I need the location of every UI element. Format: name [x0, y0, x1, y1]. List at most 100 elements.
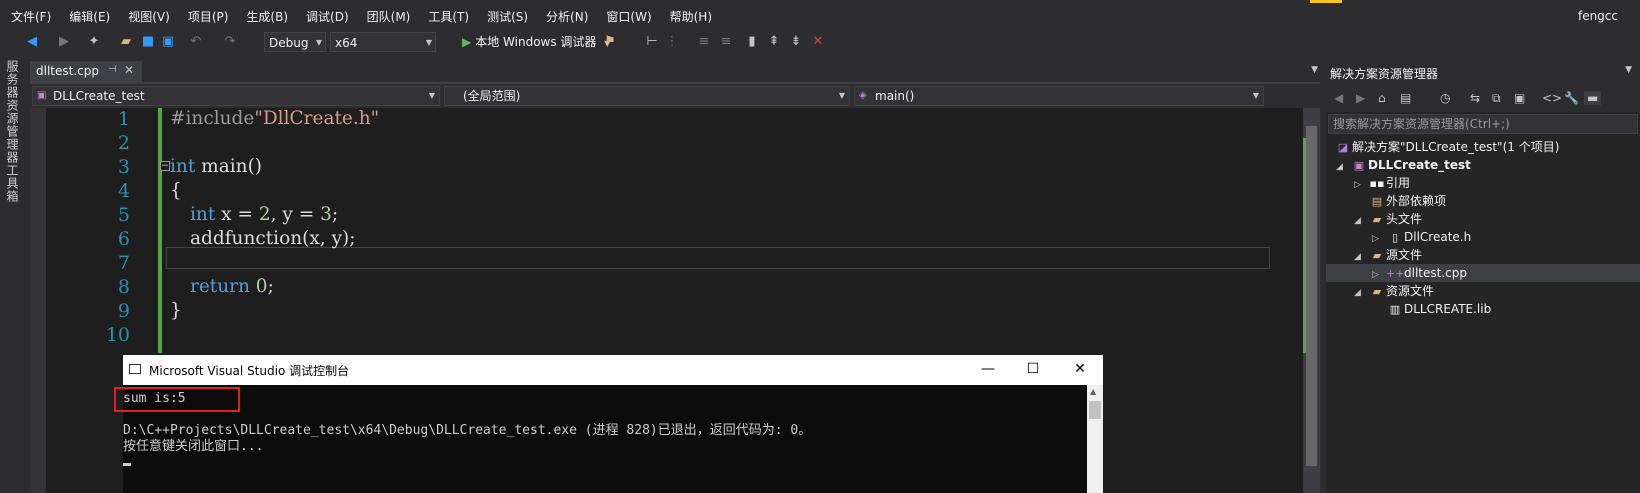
line-number: 5 — [117, 204, 130, 226]
tab-dlltest-cpp[interactable]: dlltest.cpp ⊣ ✕ — [30, 61, 142, 82]
method-icon: ◈ — [859, 90, 867, 101]
clear-bookmarks-icon[interactable]: ✕ — [810, 34, 826, 50]
view-code-icon[interactable]: <> — [1542, 91, 1562, 105]
console-app-icon — [129, 364, 141, 374]
solution-explorer: 解决方案资源管理器 ▼ ◀ ▶ ⌂ ▤ ◷ ⇆ ⧉ ▣ <> 🔧 ▬ 搜索解决方… — [1326, 60, 1640, 493]
external-deps-icon: ▤ — [1371, 195, 1383, 208]
next-bookmark-icon[interactable]: ⇟ — [788, 34, 804, 50]
switch-view-icon[interactable]: ⇆ — [1470, 91, 1480, 105]
menu-view[interactable]: 视图(V) — [119, 3, 179, 31]
menu-file[interactable]: 文件(F) — [2, 3, 60, 31]
preview-icon[interactable]: ▬ — [1584, 91, 1602, 105]
platform-dropdown[interactable]: x64 ▼ — [330, 32, 436, 52]
close-icon[interactable]: ✕ — [124, 63, 134, 77]
toolbox-tab[interactable]: 工具箱 — [4, 164, 21, 203]
code-token: x = — [215, 204, 259, 225]
project-dropdown[interactable]: ▣ DLLCreate_test ▼ — [32, 86, 440, 106]
menu-team[interactable]: 团队(M) — [358, 3, 420, 31]
chevron-down-icon[interactable]: ▼ — [1625, 65, 1632, 75]
align-icon[interactable]: ⋮ — [664, 34, 680, 50]
collapsed-icon[interactable]: ▷ — [1354, 176, 1368, 194]
step-icon[interactable]: ⊢ — [644, 34, 660, 50]
tree-item-project[interactable]: ◢ ▣ DLLCreate_test — [1336, 156, 1471, 174]
menu-test[interactable]: 测试(S) — [478, 3, 537, 31]
code-token: 0 — [255, 276, 268, 297]
comment-icon[interactable]: ≡ — [696, 34, 712, 50]
new-project-icon[interactable]: ✦ — [86, 34, 102, 50]
menu-build[interactable]: 生成(B) — [237, 3, 297, 31]
line-number: 6 — [117, 228, 130, 250]
expanded-icon[interactable]: ◢ — [1336, 158, 1350, 176]
tree-item-dllcreate-lib[interactable]: ▥ DLLCREATE.lib — [1386, 300, 1491, 318]
minimize-button[interactable]: — — [973, 358, 1003, 380]
scrollbar-thumb[interactable] — [1306, 126, 1317, 466]
tree-item-dllcreate-h[interactable]: ▷ ▯ DllCreate.h — [1372, 228, 1471, 246]
scope-dropdown[interactable]: (全局范围) ▼ — [444, 86, 850, 106]
forward-icon[interactable]: ▶ — [56, 34, 72, 50]
redo-icon[interactable]: ↷ — [222, 34, 238, 50]
tree-label: 源文件 — [1386, 248, 1423, 262]
save-all-icon[interactable]: ▣ — [160, 34, 176, 50]
pin-icon[interactable]: ⊣ — [108, 64, 117, 75]
start-debugger-button[interactable]: ▶ 本地 Windows 调试器 ▼ — [462, 32, 610, 52]
history-icon[interactable]: ◷ — [1440, 91, 1450, 105]
menu-help[interactable]: 帮助(H) — [661, 3, 721, 31]
tree-item-source-files[interactable]: ◢ ▰ 源文件 — [1354, 246, 1422, 264]
tree-label: 外部依赖项 — [1386, 194, 1447, 208]
indicator-margin[interactable] — [30, 108, 46, 493]
current-line-highlight — [166, 247, 1270, 269]
config-dropdown[interactable]: Debug ▼ — [264, 32, 326, 52]
server-explorer-tab[interactable]: 服务器资源管理器 — [4, 60, 21, 164]
tree-item-dlltest-cpp[interactable]: ▷ ++dlltest.cpp — [1326, 264, 1640, 282]
console-title-bar[interactable]: Microsoft Visual Studio 调试控制台 — ☐ ✕ — [123, 355, 1103, 385]
console-output[interactable]: sum is:5 D:\C++Projects\DLLCreate_test\x… — [114, 385, 1103, 493]
expanded-icon[interactable]: ◢ — [1354, 284, 1368, 302]
uncomment-icon[interactable]: ≡ — [718, 34, 734, 50]
show-all-files-icon[interactable]: ▣ — [1514, 91, 1525, 105]
scrollbar-thumb[interactable] — [1089, 401, 1101, 419]
scroll-up-icon[interactable]: ▲ — [1090, 387, 1096, 396]
member-dropdown[interactable]: ◈ main() ▼ — [854, 86, 1264, 106]
collapse-icon[interactable]: − — [160, 161, 170, 171]
save-icon[interactable]: ■ — [140, 34, 156, 50]
home-icon[interactable]: ⌂ — [1378, 91, 1386, 105]
left-tool-strip: 服务器资源管理器 工具箱 — [0, 58, 24, 493]
tree-item-references[interactable]: ▷ ▪▪ 引用 — [1354, 174, 1410, 192]
collapse-all-icon[interactable]: ⧉ — [1492, 91, 1501, 106]
run-label: 本地 Windows 调试器 — [475, 35, 597, 49]
wrench-icon[interactable]: 🔧 — [1564, 91, 1579, 105]
code-line-5: int x = 2, y = 3; — [190, 204, 338, 225]
back-icon[interactable]: ◀ — [1334, 91, 1343, 105]
editor-scrollbar[interactable] — [1303, 108, 1320, 493]
browse-icon[interactable]: ⚑ — [602, 34, 618, 50]
open-folder-icon[interactable]: ▰ — [118, 34, 134, 50]
menu-tools[interactable]: 工具(T) — [419, 3, 478, 31]
back-icon[interactable]: ◀ — [24, 34, 40, 50]
solution-search-input[interactable]: 搜索解决方案资源管理器(Ctrl+;) — [1328, 114, 1638, 134]
nav-project-value: DLLCreate_test — [53, 89, 145, 103]
undo-icon[interactable]: ↶ — [188, 34, 204, 50]
menu-window[interactable]: 窗口(W) — [597, 3, 660, 31]
menu-analyze[interactable]: 分析(N) — [537, 3, 597, 31]
tree-item-header-files[interactable]: ◢ ▰ 头文件 — [1354, 210, 1422, 228]
sync-icon[interactable]: ▤ — [1400, 91, 1411, 105]
menu-project[interactable]: 项目(P) — [179, 3, 238, 31]
prev-bookmark-icon[interactable]: ⇞ — [766, 34, 782, 50]
menu-edit[interactable]: 编辑(E) — [60, 3, 119, 31]
console-scrollbar[interactable]: ▲ — [1087, 385, 1103, 493]
code-line-3: int main() — [170, 156, 262, 177]
chevron-down-icon[interactable]: ▼ — [1311, 65, 1318, 75]
maximize-button[interactable]: ☐ — [1018, 358, 1048, 380]
forward-icon[interactable]: ▶ — [1356, 91, 1365, 105]
tree-item-external-deps[interactable]: ▤ 外部依赖项 — [1368, 192, 1446, 210]
bookmark-icon[interactable]: ▮ — [744, 34, 760, 50]
expanded-icon[interactable]: ◢ — [1354, 212, 1368, 230]
console-title: Microsoft Visual Studio 调试控制台 — [149, 364, 350, 378]
user-name[interactable]: fengcc — [1578, 9, 1618, 23]
close-button[interactable]: ✕ — [1065, 358, 1095, 380]
tree-item-solution[interactable]: ◪ 解决方案"DLLCreate_test"(1 个项目) — [1334, 138, 1560, 156]
tree-item-resource-files[interactable]: ◢ ▰ 资源文件 — [1354, 282, 1434, 300]
platform-value: x64 — [335, 36, 358, 50]
menu-debug[interactable]: 调试(D) — [297, 3, 358, 31]
code-token: 3 — [320, 204, 332, 225]
